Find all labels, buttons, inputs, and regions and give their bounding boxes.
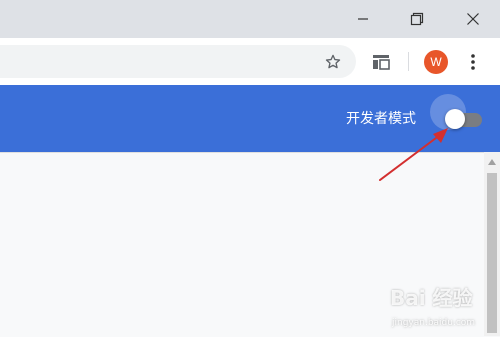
profile-avatar[interactable]: W bbox=[424, 50, 448, 74]
restore-icon bbox=[410, 12, 424, 26]
scroll-up-button[interactable] bbox=[484, 154, 500, 170]
watermark-url: jingyan.baidu.com bbox=[392, 318, 476, 328]
star-icon bbox=[325, 54, 341, 68]
address-bar[interactable] bbox=[0, 45, 356, 78]
scroll-thumb[interactable] bbox=[487, 173, 497, 333]
reading-list-icon bbox=[373, 54, 390, 70]
browser-toolbar: W bbox=[0, 38, 500, 85]
menu-button[interactable] bbox=[456, 45, 490, 78]
minimize-button[interactable] bbox=[340, 0, 386, 38]
close-icon bbox=[467, 13, 479, 25]
minimize-icon bbox=[358, 18, 368, 20]
restore-button[interactable] bbox=[394, 0, 440, 38]
watermark-logo: Bai 经验 bbox=[390, 286, 473, 310]
developer-mode-label: 开发者模式 bbox=[346, 111, 416, 127]
window-titlebar bbox=[0, 0, 500, 38]
extension-button[interactable] bbox=[364, 45, 398, 78]
developer-mode-toggle-knob[interactable] bbox=[445, 109, 465, 129]
bookmark-button[interactable] bbox=[316, 45, 350, 78]
scroll-up-arrow-icon bbox=[488, 159, 496, 165]
close-button[interactable] bbox=[450, 0, 496, 38]
page-scrollbar[interactable] bbox=[484, 152, 500, 336]
toolbar-separator bbox=[408, 52, 409, 71]
more-vert-icon bbox=[471, 53, 475, 70]
extensions-header: 开发者模式 bbox=[0, 85, 500, 152]
